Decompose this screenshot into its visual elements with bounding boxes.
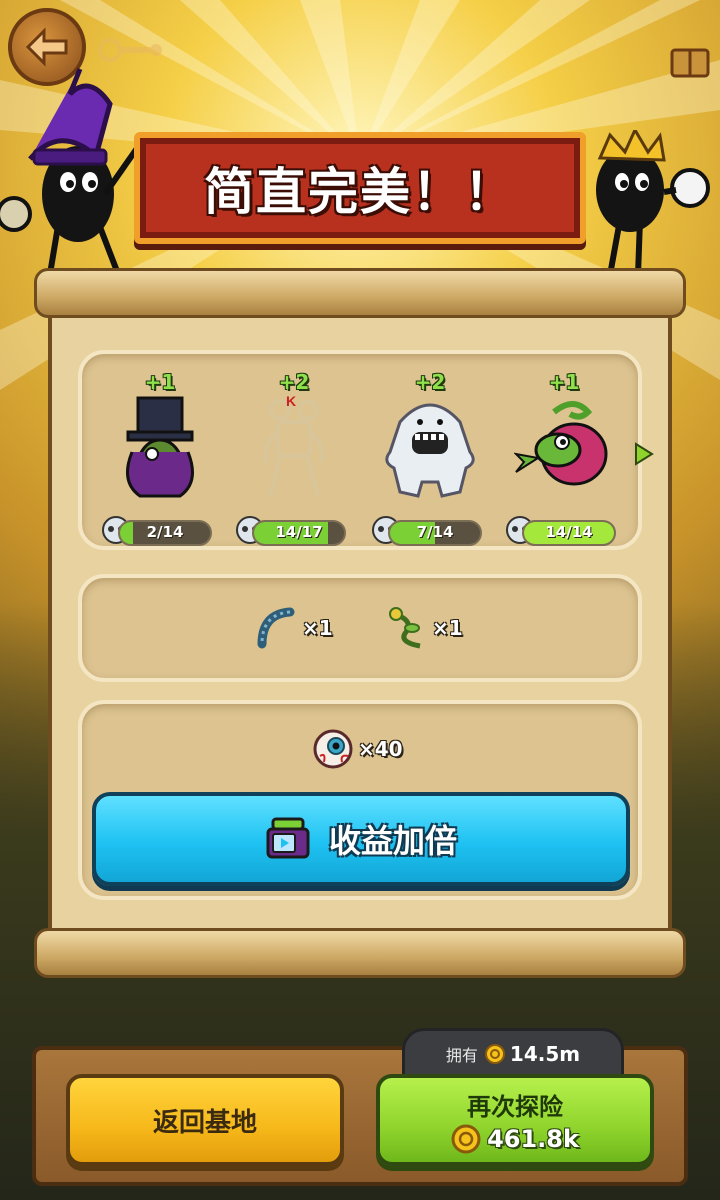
hero-progress-text: 2/14 (146, 523, 184, 541)
hero-card[interactable]: +2 7/14 (370, 370, 490, 550)
hero-bonus-label: +2 (278, 370, 310, 394)
result-banner: 简直完美！！ (134, 132, 586, 244)
hero-progress-bar: 2/14 (118, 520, 212, 546)
hero-bonus-label: +1 (548, 370, 580, 394)
hero-progress-text: 14/14 (545, 523, 593, 541)
hero-progress-text: 14/17 (275, 523, 323, 541)
explore-again-button[interactable]: 再次探险 461.8k (376, 1074, 654, 1166)
back-arrow-icon (25, 27, 68, 67)
loot-panel (78, 574, 642, 682)
explore-again-cost: 461.8k (451, 1124, 579, 1154)
hero-progress-bar: 14/14 (522, 520, 616, 546)
loot-count: ×1 (302, 616, 333, 640)
gold-coin-icon (451, 1124, 481, 1153)
owned-coins: 拥有 14.5m (402, 1028, 624, 1080)
return-base-button[interactable]: 返回基地 (66, 1074, 344, 1166)
hero-bonus-label: +1 (144, 370, 176, 394)
double-reward-button[interactable]: 收益加倍 (92, 792, 630, 886)
explore-again-cost-value: 461.8k (487, 1124, 579, 1153)
codex-book-icon[interactable] (670, 44, 710, 80)
green-vine-icon (389, 607, 421, 649)
hero-progress-text: 7/14 (416, 523, 454, 541)
hero-progress-bar: 7/14 (388, 520, 482, 546)
hero-card[interactable]: +2 K 14/17 (234, 370, 354, 550)
eyeball-count: ×40 (358, 737, 403, 761)
loot-item: ×1 (254, 606, 333, 650)
return-base-label: 返回基地 (152, 1107, 257, 1138)
hero-card[interactable]: +1 2/14 (100, 370, 220, 550)
result-title: 简直完美！！ (204, 163, 516, 221)
witch-creature-icon (0, 68, 143, 281)
scroll-bottom-rod (34, 928, 686, 978)
tv-ad-icon (266, 817, 310, 859)
hero-bonus-label: +2 (414, 370, 446, 394)
loot-count: ×1 (432, 616, 463, 640)
double-reward-label: 收益加倍 (328, 822, 457, 860)
blue-centipede-icon (257, 607, 295, 649)
explore-again-label: 再次探险 (467, 1092, 563, 1121)
scroll-right-arrow-icon[interactable] (634, 442, 654, 466)
gold-coin-icon (484, 1044, 505, 1064)
pink-chameleon-icon (514, 401, 608, 486)
hero-progress-bar: 14/17 (252, 520, 346, 546)
owned-value: 14.5m (509, 1042, 581, 1066)
yeti-icon (385, 403, 475, 498)
hero-card[interactable]: +1 14/14 (504, 370, 624, 550)
owned-label: 拥有 (445, 1046, 478, 1065)
svg-text:K: K (286, 393, 296, 409)
scroll-top-rod (34, 268, 686, 318)
loot-item: ×1 (384, 606, 463, 650)
top-hat-mage-icon (126, 396, 194, 498)
eyeball-reward: ×40 (312, 728, 403, 770)
eyeball-icon (313, 729, 353, 769)
king-creature-icon (596, 130, 710, 276)
rope-king-icon: K (263, 393, 325, 497)
